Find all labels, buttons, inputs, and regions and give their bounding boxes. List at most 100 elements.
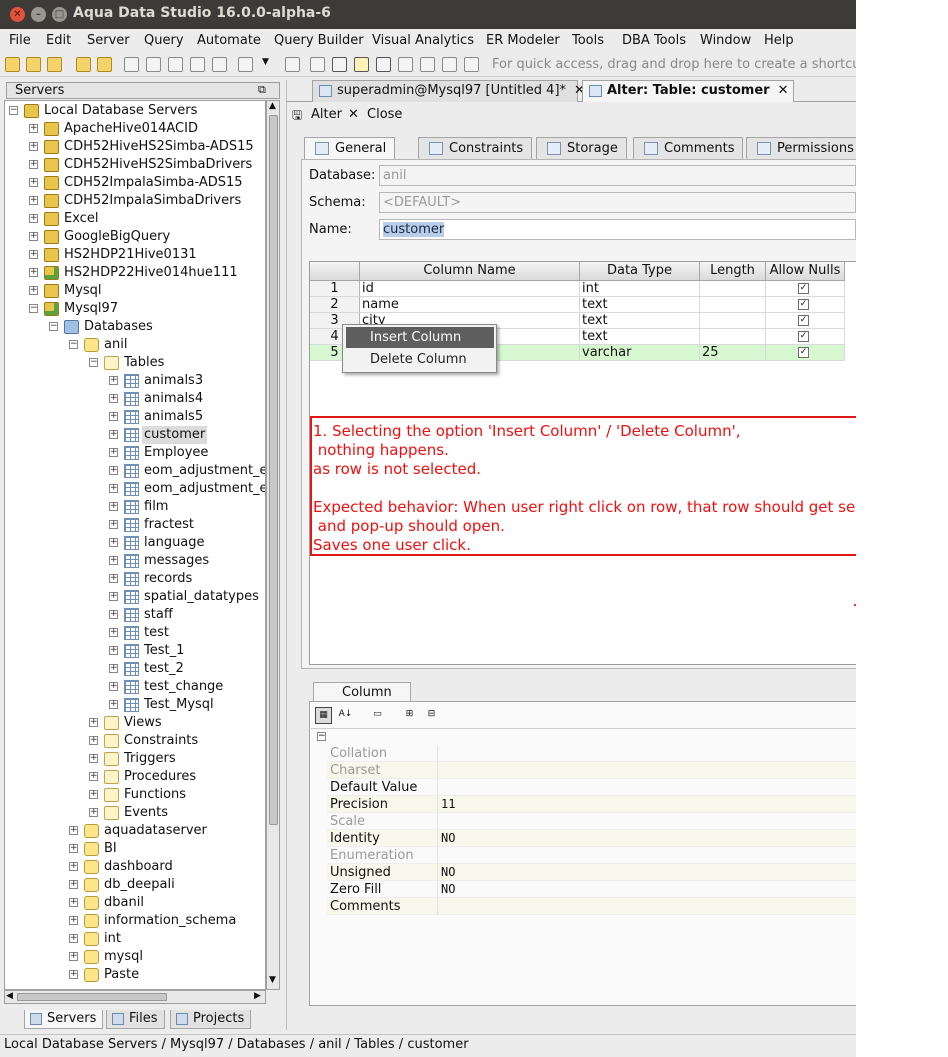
disconnect-icon[interactable] xyxy=(76,57,91,72)
tree-database-item[interactable]: + db_deepali xyxy=(69,876,265,894)
alter-button[interactable]: Alter xyxy=(311,106,342,124)
tree-server-item[interactable]: + ApacheHive014ACID xyxy=(29,120,265,138)
menu-visual-analytics[interactable]: Visual Analytics xyxy=(372,33,474,48)
tab-alter-table[interactable]: Alter: Table: customer ✕ xyxy=(582,80,794,102)
scroll-right-icon[interactable]: ▶ xyxy=(254,991,261,1001)
sort-alpha-icon[interactable]: A↓ xyxy=(337,707,354,724)
tab-general[interactable]: General xyxy=(304,137,396,160)
scroll-thumb[interactable] xyxy=(269,115,278,825)
allow-nulls-checkbox[interactable]: ✓ xyxy=(798,299,809,310)
tree-table-item[interactable]: + animals3 xyxy=(109,372,265,390)
expand-icon[interactable]: + xyxy=(89,790,98,799)
property-row[interactable]: Comments xyxy=(327,898,856,915)
col-header-length[interactable]: Length xyxy=(700,262,766,281)
property-value[interactable] xyxy=(437,813,856,830)
collapse-icon[interactable]: − xyxy=(89,358,98,367)
property-row[interactable]: Default Value xyxy=(327,779,856,796)
property-value[interactable] xyxy=(437,847,856,864)
col-header-nulls[interactable]: Allow Nulls xyxy=(766,262,845,281)
row-number[interactable]: 1 xyxy=(310,281,360,297)
tab-servers[interactable]: Servers xyxy=(24,1010,104,1029)
minimize-window-button[interactable]: – xyxy=(31,7,46,22)
allow-nulls-checkbox[interactable]: ✓ xyxy=(798,315,809,326)
tree-database-item[interactable]: + aquadataserver xyxy=(69,822,265,840)
tree-table-item[interactable]: + eom_adjustment_ex xyxy=(109,462,265,480)
tree-table-item[interactable]: + animals5 xyxy=(109,408,265,426)
tree-table-item[interactable]: + test xyxy=(109,624,265,642)
expand-icon[interactable]: + xyxy=(69,862,78,871)
property-row[interactable]: Enumeration xyxy=(327,847,856,864)
tree-server-item[interactable]: + HS2HDP22Hive014hue111 xyxy=(29,264,265,282)
property-row[interactable]: Collation xyxy=(327,745,856,762)
property-value[interactable]: 11 xyxy=(437,796,856,813)
tree-folder-item[interactable]: + Views xyxy=(89,714,265,732)
tree-folder-item[interactable]: + Functions xyxy=(89,786,265,804)
collapse-icon[interactable]: − xyxy=(49,322,58,331)
tree-database-item[interactable]: − anil xyxy=(69,336,265,354)
tab-permissions[interactable]: Permissions xyxy=(746,137,856,159)
name-field[interactable]: customer xyxy=(379,219,856,240)
allow-nulls-cell[interactable]: ✓ xyxy=(766,329,845,345)
insert-column-menu-item[interactable]: Insert Column xyxy=(346,327,494,348)
categorized-icon[interactable]: ▦ xyxy=(315,707,332,724)
expand-icon[interactable]: + xyxy=(109,682,118,691)
table-view-icon[interactable] xyxy=(376,57,391,72)
expand-icon[interactable]: + xyxy=(69,952,78,961)
collapse-icon[interactable]: − xyxy=(9,106,18,115)
property-value[interactable] xyxy=(437,779,856,796)
column-name-cell[interactable]: id xyxy=(360,281,580,297)
close-window-button[interactable]: ✕ xyxy=(10,7,25,22)
column-name-cell[interactable]: name xyxy=(360,297,580,313)
register-server-icon[interactable] xyxy=(5,57,20,72)
text-view-icon[interactable] xyxy=(354,57,369,72)
menu-er-modeler[interactable]: ER Modeler xyxy=(486,33,560,48)
tree-database-item[interactable]: + mysql xyxy=(69,948,265,966)
length-cell[interactable]: 25 xyxy=(700,345,766,361)
tab-comments[interactable]: Comments xyxy=(633,137,744,159)
tree-tables-folder[interactable]: − Tables xyxy=(89,354,265,372)
restore-panel-icon[interactable]: ⧉ xyxy=(258,83,266,97)
tree-table-item[interactable]: + spatial_datatypes xyxy=(109,588,265,606)
data-type-cell[interactable]: varchar xyxy=(580,345,700,361)
layout-icon[interactable] xyxy=(464,57,479,72)
expand-icon[interactable]: + xyxy=(109,556,118,565)
menu-edit[interactable]: Edit xyxy=(46,33,71,48)
menu-query-builder[interactable]: Query Builder xyxy=(274,33,364,48)
expand-icon[interactable]: + xyxy=(69,916,78,925)
expand-icon[interactable]: + xyxy=(89,736,98,745)
close-button[interactable]: Close xyxy=(367,106,402,124)
tree-server-item[interactable]: + CDH52HiveHS2SimbaDrivers xyxy=(29,156,265,174)
table-row[interactable]: 1 id int ✓ xyxy=(310,281,845,297)
expand-icon[interactable]: + xyxy=(89,718,98,727)
menu-file[interactable]: File xyxy=(9,33,31,48)
expand-icon[interactable]: + xyxy=(109,448,118,457)
expand-icon[interactable]: + xyxy=(29,196,38,205)
expand-icon[interactable]: + xyxy=(29,214,38,223)
menu-server[interactable]: Server xyxy=(87,33,130,48)
close-tab-icon[interactable]: ✕ xyxy=(778,83,789,98)
refresh-icon[interactable] xyxy=(97,57,112,72)
tree-folder-item[interactable]: + Triggers xyxy=(89,750,265,768)
expand-icon[interactable]: + xyxy=(29,160,38,169)
property-value[interactable]: NO xyxy=(437,864,856,881)
tree-folder-item[interactable]: + Procedures xyxy=(89,768,265,786)
tree-table-item[interactable]: + fractest xyxy=(109,516,265,534)
compare-icon[interactable] xyxy=(190,57,205,72)
expand-icon[interactable]: + xyxy=(109,430,118,439)
menu-window[interactable]: Window xyxy=(700,33,751,48)
tree-server-item[interactable]: + HS2HDP21Hive0131 xyxy=(29,246,265,264)
tab-projects[interactable]: Projects xyxy=(170,1010,252,1029)
expand-icon[interactable]: + xyxy=(69,844,78,853)
expand-icon[interactable]: + xyxy=(89,772,98,781)
tree-database-item[interactable]: + information_schema xyxy=(69,912,265,930)
allow-nulls-cell[interactable]: ✓ xyxy=(766,281,845,297)
tab-storage[interactable]: Storage xyxy=(536,137,627,159)
expand-icon[interactable]: + xyxy=(29,250,38,259)
query-analyzer-icon[interactable] xyxy=(146,57,161,72)
expand-icon[interactable]: + xyxy=(29,178,38,187)
property-value[interactable] xyxy=(437,762,856,779)
tree-server-item[interactable]: + CDH52ImpalaSimba-ADS15 xyxy=(29,174,265,192)
length-cell[interactable] xyxy=(700,281,766,297)
data-type-cell[interactable]: text xyxy=(580,297,700,313)
expand-icon[interactable]: + xyxy=(109,394,118,403)
